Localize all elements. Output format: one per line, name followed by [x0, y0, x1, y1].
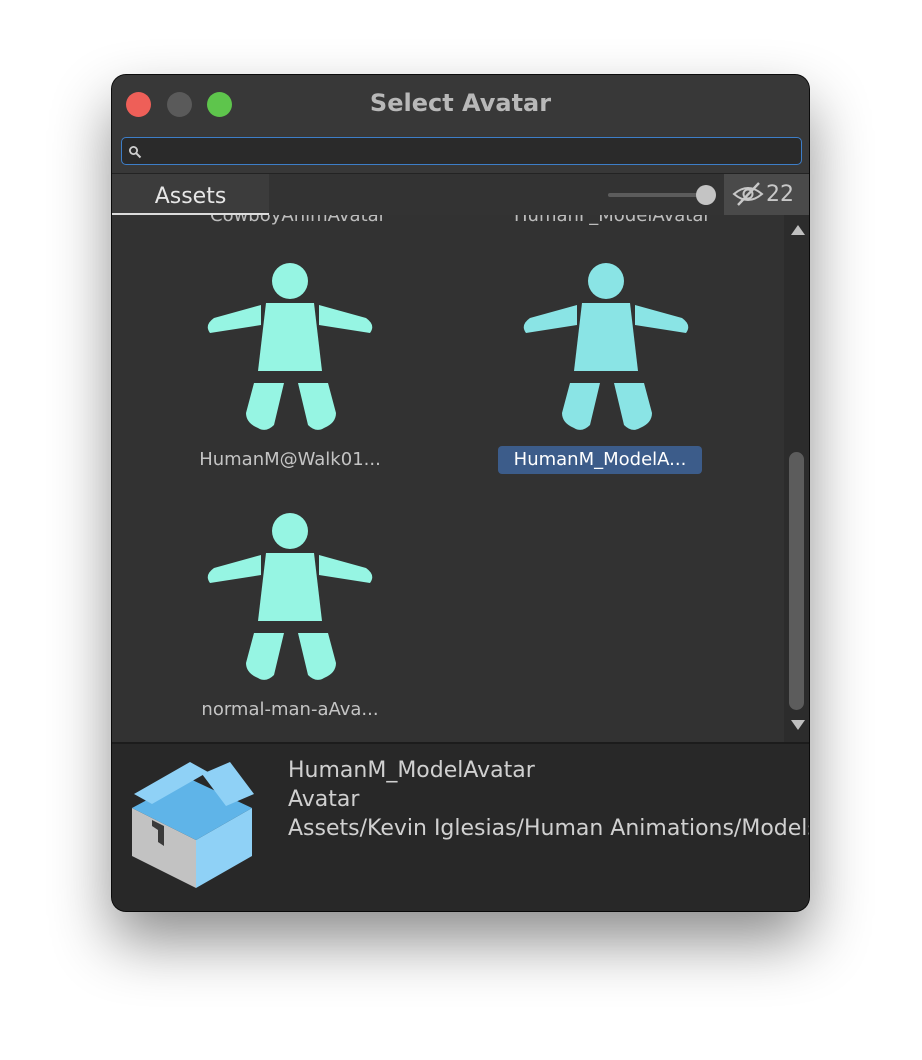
scroll-up-arrow-icon[interactable] [791, 225, 805, 235]
avatar-item-label: HumanM_ModelA... [498, 446, 702, 474]
icon-size-slider[interactable] [608, 193, 708, 197]
search-row [112, 133, 809, 173]
avatar-item[interactable]: normal-man-aAva... [190, 465, 390, 720]
window-title: Select Avatar [369, 89, 552, 117]
avatar-item-label: normal-man-aAva... [201, 699, 379, 720]
title-bar[interactable]: Select Avatar [112, 75, 809, 133]
preview-asset-path: Assets/Kevin Iglesias/Human Animations/M… [288, 816, 809, 841]
scrollbar-thumb[interactable] [789, 452, 804, 710]
avatar-item[interactable]: HumanM@Walk01... [190, 215, 390, 470]
preview-panel: HumanM_ModelAvatar Avatar Assets/Kevin I… [112, 744, 809, 911]
hidden-items-toggle[interactable]: 22 [724, 174, 809, 215]
tab-bar: Assets 22 [112, 173, 809, 215]
select-avatar-window: Select Avatar Assets 22 CowboyAnimAvatar… [112, 75, 809, 911]
eye-slash-icon [732, 182, 764, 206]
tab-assets-label: Assets [154, 184, 227, 209]
avatar-item-selected[interactable]: HumanM_ModelA... [498, 215, 706, 474]
asset-grid: CowboyAnimAvatar HumanF_ModelAvatar Huma… [112, 215, 809, 742]
icon-size-slider-thumb[interactable] [696, 185, 716, 205]
avatar-humanoid-icon [207, 263, 373, 430]
search-icon [129, 146, 142, 159]
avatar-humanoid-icon [523, 263, 689, 430]
avatar-humanoid-icon [207, 513, 373, 680]
tab-assets[interactable]: Assets [112, 174, 269, 215]
preview-asset-name: HumanM_ModelAvatar [288, 758, 535, 783]
hidden-count: 22 [766, 182, 794, 207]
search-field[interactable] [121, 137, 802, 165]
preview-asset-type: Avatar [288, 787, 360, 812]
search-input[interactable] [150, 138, 790, 163]
grid-scrollbar[interactable] [784, 215, 809, 742]
scroll-down-arrow-icon[interactable] [791, 720, 805, 730]
package-box-icon [132, 762, 254, 888]
